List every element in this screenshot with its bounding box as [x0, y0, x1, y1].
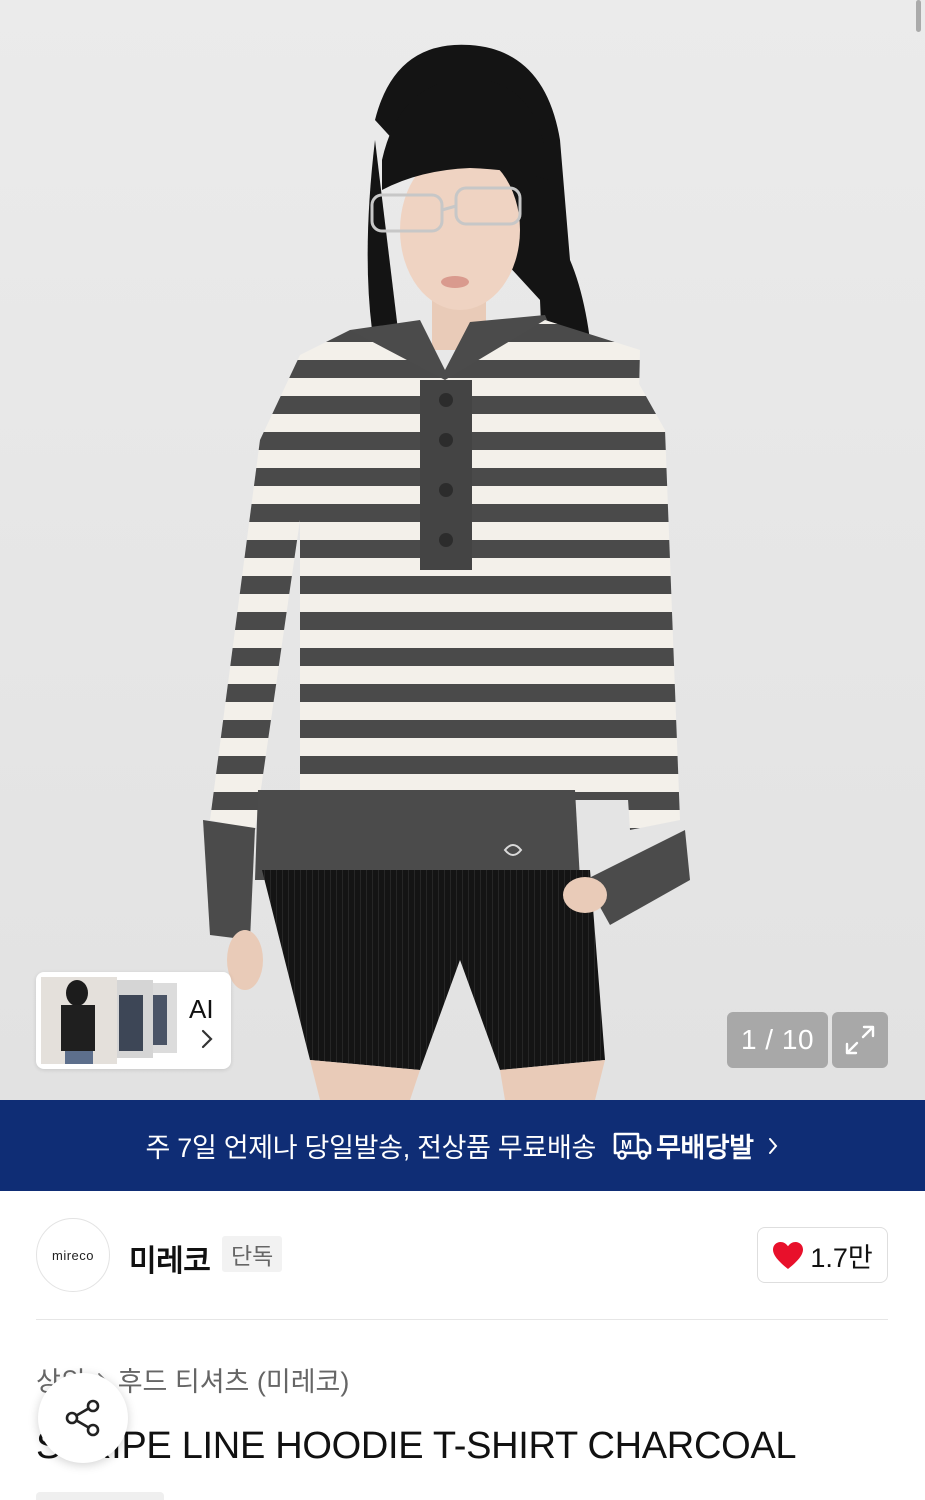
chevron-right-icon [769, 1137, 778, 1154]
shipping-promo-banner[interactable]: 주 7일 언제나 당일발송, 전상품 무료배송 M 무배당발 [0, 1100, 925, 1191]
counter-current: 1 [740, 1024, 758, 1055]
heart-icon [773, 1241, 804, 1269]
counter-separator: / [757, 1024, 782, 1055]
service-badge: M 무배당발 [612, 1126, 754, 1165]
similar-products-thumbnails [41, 977, 177, 1064]
exclusive-badge: 단독 [222, 1236, 283, 1272]
product-title: STRIPE LINE HOODIE T-SHIRT CHARCOAL [36, 1425, 797, 1467]
expand-icon [845, 1025, 875, 1055]
tag-chip [36, 1492, 164, 1500]
breadcrumb-subcategory[interactable]: 후드 티셔츠 (미레코) [118, 1360, 350, 1399]
brand-row: mireco 미레코 단독 1.7만 [36, 1218, 888, 1294]
brand-logo[interactable]: mireco [36, 1218, 110, 1292]
service-logo-letter: M [621, 1137, 632, 1152]
brand-name[interactable]: 미레코 [129, 1236, 211, 1280]
like-count: 1.7만 [810, 1242, 873, 1273]
image-counter: 1 / 10 [727, 1012, 828, 1068]
section-divider [36, 1319, 888, 1320]
brand-logo-text: mireco [51, 1247, 94, 1263]
service-name: 무배당발 [656, 1133, 754, 1163]
ai-similar-products-card[interactable]: AI [36, 972, 231, 1069]
chevron-right-icon [201, 1029, 213, 1049]
page-scrollbar[interactable] [916, 0, 921, 32]
fullscreen-button[interactable] [832, 1012, 888, 1068]
share-button[interactable] [38, 1373, 128, 1463]
share-icon [65, 1399, 100, 1437]
delivery-truck-icon: M [613, 1132, 652, 1160]
brand-like-button[interactable]: 1.7만 [757, 1227, 888, 1283]
product-photo [0, 0, 925, 1100]
promo-text: 주 7일 언제나 당일발송, 전상품 무료배송 [145, 1133, 597, 1163]
product-image-carousel[interactable]: AI 1 / 10 [0, 0, 925, 1100]
ai-label: AI [189, 994, 214, 1024]
counter-total: 10 [781, 1024, 815, 1055]
